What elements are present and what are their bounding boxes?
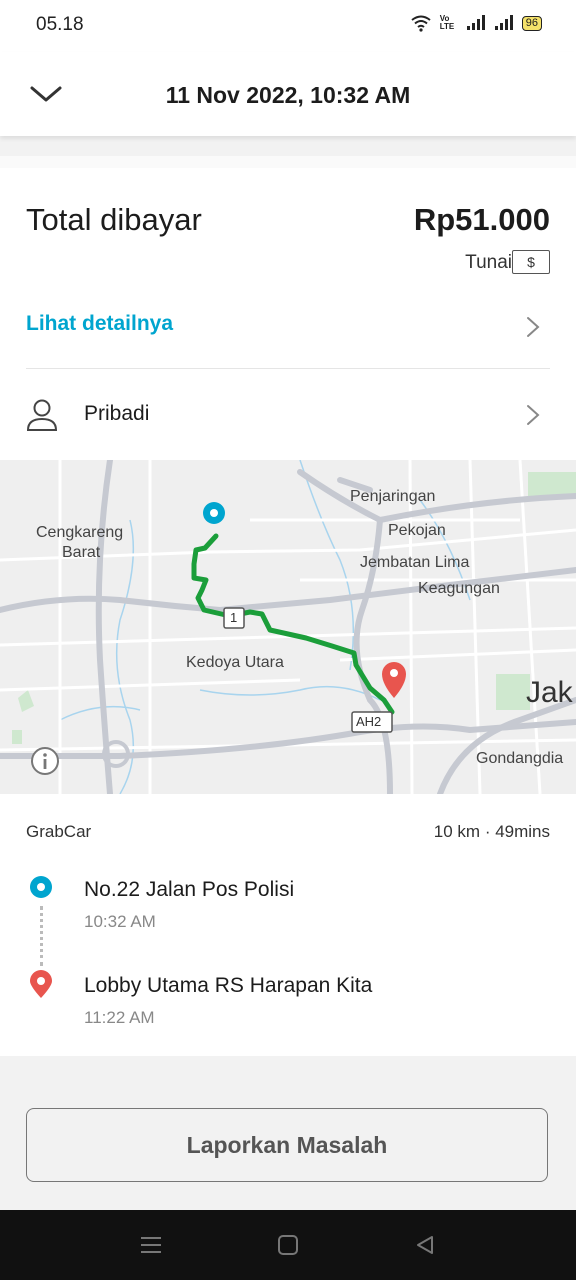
payment-card: Total dibayar Rp51.000 Tunai $ Lihat det… [0,168,576,460]
pickup-time: 10:32 AM [84,912,156,931]
battery-level: 96 [525,16,538,29]
profile-label: Pribadi [84,402,150,425]
map-label-kedoya-utara: Kedoya Utara [186,654,284,671]
dropoff-time: 11:22 AM [84,1008,155,1027]
detail-link-row[interactable]: Lihat detailnya [0,298,576,358]
profile-row[interactable]: Pribadi [0,378,576,450]
map-major-roads [0,460,576,794]
chevron-right-icon [527,405,540,425]
total-label: Total dibayar [26,202,202,237]
map-label-cengkareng-barat: Barat [62,544,101,561]
map-label-cengkareng: Cengkareng [36,524,124,541]
menu-icon[interactable] [140,1235,162,1255]
report-problem-button[interactable]: Laporkan Masalah [26,1108,548,1182]
pickup-name: No.22 Jalan Pos Polisi [84,878,295,901]
map-label-penjaringan: Penjaringan [350,488,436,505]
map-canvas [0,460,576,794]
map-label-keagungan: Keagungan [418,580,500,597]
trip-stats: 10 km · 49mins [433,822,550,841]
road-shield-label-ah2: AH2 [356,714,382,729]
map-label-pekojan: Pekojan [388,522,446,539]
cash-icon: $ [512,250,550,274]
pickup-dot-icon [30,876,52,898]
trip-details: GrabCar 10 km · 49mins No.22 Jalan Pos P… [0,794,576,1056]
back-icon[interactable] [414,1234,436,1256]
status-bar: 05.18 Vo LTE 96 [0,0,576,52]
route-connector [40,906,43,966]
info-icon[interactable] [30,746,60,776]
divider [26,368,550,369]
payment-method: Tunai [465,252,512,273]
wifi-icon [411,15,431,32]
header: 11 Nov 2022, 10:32 AM [0,52,576,136]
home-icon[interactable] [277,1234,299,1256]
map-label-gondangdia: Gondangdia [476,750,564,767]
chevron-right-icon [527,317,540,337]
person-icon [26,399,58,431]
pickup-marker [203,502,225,524]
dropoff-pin-icon [30,970,52,998]
signal-icon [466,15,485,30]
divider-strip [0,156,576,168]
road-shield-label-1: 1 [230,610,238,625]
page-title: 11 Nov 2022, 10:32 AM [165,82,411,108]
volte-icon: Vo LTE [439,14,455,31]
total-amount: Rp51.000 [413,202,550,237]
map-label-jembatan-lima: Jembatan Lima [360,554,470,571]
detail-link[interactable]: Lihat detailnya [26,312,173,336]
status-icons: Vo LTE 96 [410,14,542,32]
map-label-jak: Jak [526,676,573,709]
system-nav-bar [0,1210,576,1280]
route-map[interactable]: Penjaringan Pekojan Jembatan Lima Keagun… [0,460,576,794]
dropoff-name: Lobby Utama RS Harapan Kita [84,974,373,997]
status-time: 05.18 [36,14,84,35]
signal-icon-2 [494,15,513,30]
cash-symbol: $ [527,254,535,270]
battery-icon: 96 [521,15,542,31]
service-type: GrabCar [26,822,92,841]
dropoff-marker [382,662,406,698]
